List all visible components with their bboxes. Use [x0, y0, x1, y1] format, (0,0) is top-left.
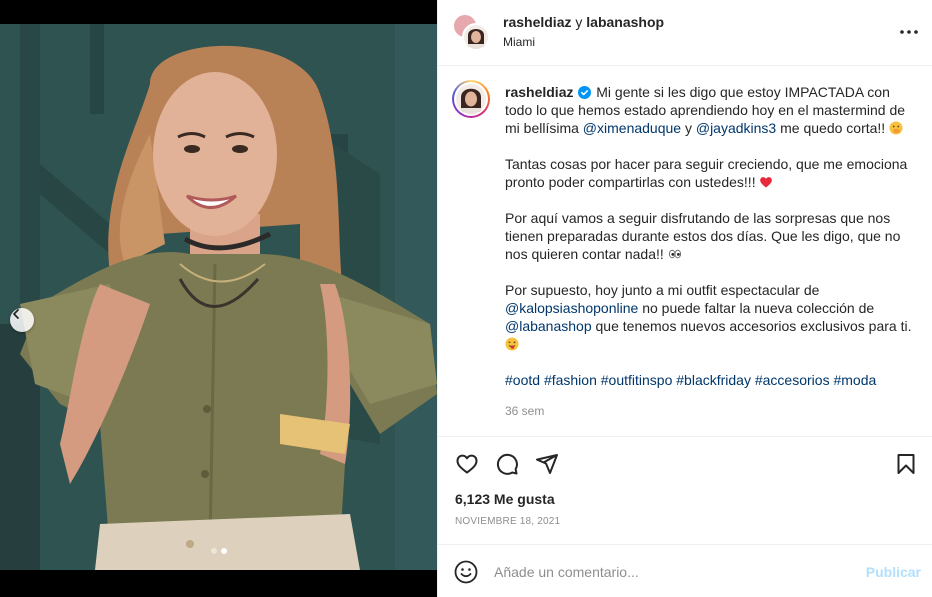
comment-icon [496, 453, 518, 475]
caption-text: Por supuesto, hoy junto a mi outfit espe… [505, 282, 820, 298]
caption-paragraph-1: rasheldiaz Mi gente si les digo que esto… [505, 83, 917, 137]
caption-text: que tenemos nuevos accesorios exclusivos… [591, 318, 912, 334]
author-username[interactable]: rasheldiaz [503, 14, 571, 30]
publish-button[interactable]: Publicar [866, 564, 921, 580]
post-location[interactable]: Miami [503, 35, 535, 49]
caption-text: no puede faltar la nueva colección de [638, 300, 875, 316]
mention-link[interactable]: @ximenaduque [583, 120, 681, 136]
collaborator-username[interactable]: labanashop [586, 14, 664, 30]
caption-paragraph-3: Por aquí vamos a seguir disfrutando de l… [505, 209, 917, 263]
hashtag-link[interactable]: #fashion [544, 372, 597, 388]
caption-text: Tantas cosas por hacer para seguir creci… [505, 156, 908, 190]
post-details-panel: rasheldiaz y labanashop Miami rasheldiaz… [437, 0, 932, 597]
carousel-indicator [0, 548, 437, 554]
more-options-button[interactable] [899, 22, 919, 42]
caption-timestamp[interactable]: 36 sem [505, 404, 544, 418]
caption-text: Por aquí vamos a seguir disfrutando de l… [505, 210, 901, 262]
post-date[interactable]: NOVIEMBRE 18, 2021 [455, 516, 560, 527]
eyes-emoji-icon [668, 249, 681, 259]
post-media [0, 0, 437, 597]
comment-button[interactable] [494, 451, 520, 477]
mention-link[interactable]: @jayadkins3 [696, 120, 776, 136]
caption-text: y [681, 120, 696, 136]
collab-avatars[interactable] [452, 13, 492, 53]
red-heart-emoji-icon [760, 177, 773, 188]
comment-composer: Publicar [438, 544, 932, 597]
comment-input[interactable] [494, 559, 844, 585]
hashtag-link[interactable]: #ootd [505, 372, 540, 388]
winking-tongue-emoji-icon [505, 337, 519, 351]
carousel-dot [210, 548, 217, 554]
share-button[interactable] [534, 451, 560, 477]
caption-text: me quedo corta!! [776, 120, 890, 136]
mention-link[interactable]: @kalopsiashoponline [505, 300, 638, 316]
carousel-dot-active [220, 548, 227, 554]
caption-username[interactable]: rasheldiaz [505, 84, 573, 100]
hashtag-link[interactable]: #moda [833, 372, 876, 388]
chevron-left-icon [13, 309, 19, 319]
post-photo[interactable] [0, 24, 437, 570]
likes-count[interactable]: 6,123 Me gusta [455, 491, 555, 507]
carousel-prev-button[interactable] [10, 308, 34, 332]
mention-link[interactable]: @labanashop [505, 318, 592, 334]
heart-icon [456, 454, 478, 474]
post-header: rasheldiaz y labanashop Miami [438, 0, 932, 66]
bookmark-icon [897, 454, 915, 474]
more-icon [900, 30, 918, 34]
caption-hashtags: #ootd #fashion #outfitinspo #blackfriday… [505, 371, 917, 389]
hand-over-mouth-emoji-icon [889, 121, 903, 135]
save-button[interactable] [893, 451, 919, 477]
author-avatar [462, 23, 490, 51]
action-bar [438, 436, 932, 488]
caption-author-avatar[interactable] [452, 80, 490, 118]
header-usernames: rasheldiaz y labanashop [503, 14, 664, 30]
header-joiner: y [575, 14, 583, 30]
hashtag-link[interactable]: #blackfriday [676, 372, 751, 388]
share-icon [536, 454, 558, 474]
emoji-icon [454, 560, 478, 584]
caption-paragraph-2: Tantas cosas por hacer para seguir creci… [505, 155, 917, 191]
comments-area: rasheldiaz Mi gente si les digo que esto… [438, 66, 932, 436]
emoji-picker-button[interactable] [454, 560, 478, 584]
like-button[interactable] [454, 451, 480, 477]
post-caption: rasheldiaz Mi gente si les digo que esto… [505, 83, 917, 407]
hashtag-link[interactable]: #accesorios [755, 372, 830, 388]
caption-paragraph-4: Por supuesto, hoy junto a mi outfit espe… [505, 281, 917, 353]
hashtag-link[interactable]: #outfitinspo [601, 372, 673, 388]
verified-icon [578, 86, 592, 99]
